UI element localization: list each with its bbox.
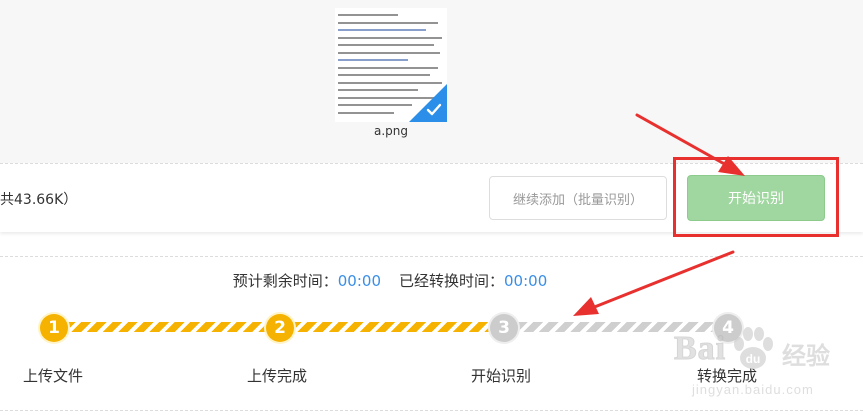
step-3-number: 3: [490, 314, 518, 342]
watermark: Bai du 经验 jingyan.baidu.com: [664, 322, 859, 412]
watermark-brand: Bai: [673, 330, 727, 368]
elapsed-time-label: 已经转换时间：: [399, 272, 505, 290]
baidu-paw-icon: du: [734, 327, 773, 369]
step-1-label: 上传文件: [23, 367, 84, 385]
progress-track-2: [292, 322, 494, 332]
remaining-time-label: 预计剩余时间：: [232, 272, 338, 290]
watermark-url: jingyan.baidu.com: [692, 382, 814, 397]
svg-text:du: du: [746, 352, 761, 366]
annotation-highlight-box: [673, 157, 839, 237]
divider: [0, 256, 863, 257]
continue-add-button[interactable]: 继续添加（批量识别）: [489, 176, 667, 220]
file-thumbnail[interactable]: [335, 8, 447, 122]
watermark-brand-tail: 经验: [782, 342, 830, 370]
step-2-label: 上传完成: [247, 367, 308, 385]
check-icon: [426, 103, 442, 116]
step-2-number: 2: [266, 314, 294, 342]
file-name: a.png: [373, 124, 408, 138]
elapsed-time-value: 00:00: [504, 272, 548, 290]
time-info-row: 预计剩余时间：00:00 已经转换时间：00:00: [0, 270, 780, 291]
step-1-number: 1: [40, 314, 68, 342]
step-3-label: 开始识别: [471, 367, 532, 385]
file-preview-area: a.png: [0, 0, 863, 163]
file-size-text: 共43.66K）: [0, 192, 78, 208]
progress-track-1: [66, 322, 268, 332]
remaining-time-value: 00:00: [337, 272, 381, 290]
